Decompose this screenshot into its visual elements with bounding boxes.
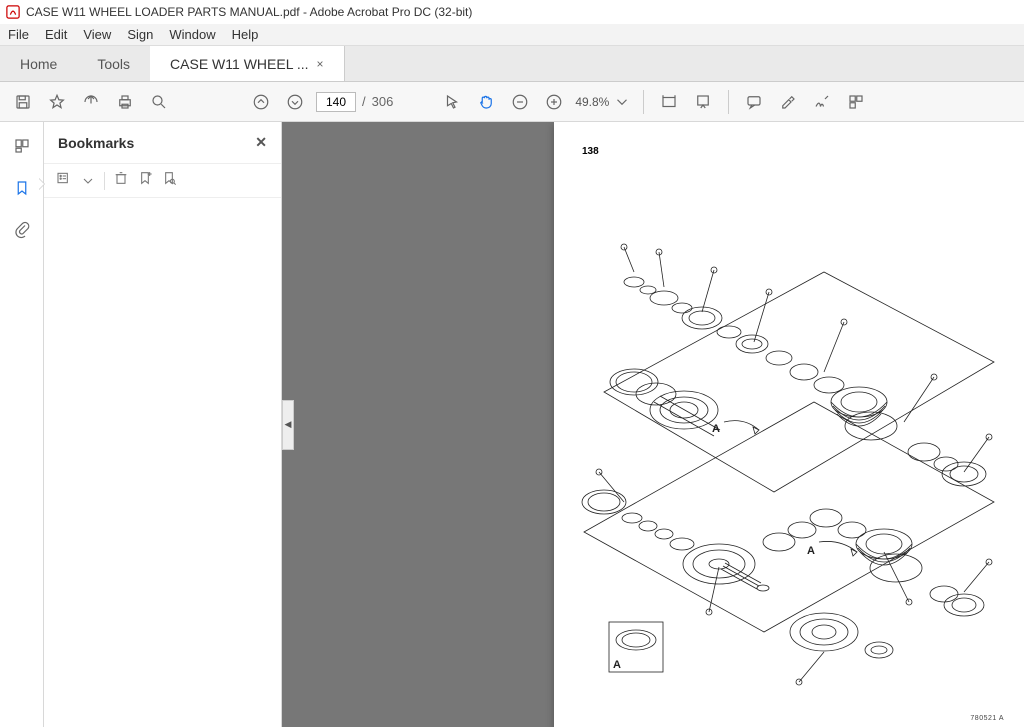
tab-home[interactable]: Home [0,46,77,81]
tab-document-label: CASE W11 WHEEL ... [170,56,308,72]
titlebar: CASE W11 WHEEL LOADER PARTS MANUAL.pdf -… [0,0,1024,24]
read-mode-button[interactable] [690,89,716,115]
collapse-panel-handle[interactable]: ◀ [282,400,294,450]
find-bookmark-button[interactable] [161,170,177,191]
chevron-down-icon [613,93,631,111]
toolbar: / 306 49.8% [0,82,1024,122]
hand-tool[interactable] [473,89,499,115]
zoom-in-button[interactable] [541,89,567,115]
menu-help[interactable]: Help [232,27,259,42]
panel-close-icon[interactable]: ✕ [255,134,267,151]
fit-width-button[interactable] [656,89,682,115]
bookmark-options-button[interactable] [56,170,72,191]
page-total: 306 [372,94,394,109]
tab-close-icon[interactable]: × [317,57,324,71]
thumbnails-panel-button[interactable] [8,132,36,160]
page-up-button[interactable] [248,89,274,115]
sign-button[interactable] [809,89,835,115]
panel-toolbar [44,164,281,198]
separator [643,90,644,114]
tab-tools[interactable]: Tools [77,46,150,81]
menu-edit[interactable]: Edit [45,27,67,42]
pdf-page: 138 780521 A [554,122,1024,727]
more-tools-button[interactable] [843,89,869,115]
exploded-parts-diagram: A [564,192,1014,692]
new-bookmark-button[interactable] [137,170,153,191]
zoom-out-button[interactable] [507,89,533,115]
star-button[interactable] [44,89,70,115]
detail-label-a1: A [712,423,720,435]
page-indicator: / 306 [316,92,393,112]
panel-header: Bookmarks ✕ [44,122,281,164]
detail-label-a2: A [807,545,815,557]
separator [104,172,105,190]
nav-rail [0,122,44,727]
print-button[interactable] [112,89,138,115]
window-title: CASE W11 WHEEL LOADER PARTS MANUAL.pdf -… [26,5,472,19]
page-down-button[interactable] [282,89,308,115]
tab-document[interactable]: CASE W11 WHEEL ... × [150,46,345,81]
tabstrip: Home Tools CASE W11 WHEEL ... × [0,46,1024,82]
attachments-panel-button[interactable] [8,216,36,244]
share-button[interactable] [78,89,104,115]
find-button[interactable] [146,89,172,115]
menu-sign[interactable]: Sign [127,27,153,42]
panel-title: Bookmarks [58,135,134,151]
zoom-level[interactable]: 49.8% [575,93,631,111]
bookmarks-panel: Bookmarks ✕ [44,122,282,727]
main-area: Bookmarks ✕ ◀ 138 780521 A [0,122,1024,727]
menubar: File Edit View Sign Window Help [0,24,1024,46]
page-current-input[interactable] [316,92,356,112]
save-button[interactable] [10,89,36,115]
menu-view[interactable]: View [83,27,111,42]
document-viewport[interactable]: ◀ 138 780521 A [282,122,1024,727]
bookmarks-panel-button[interactable] [8,174,36,202]
delete-bookmark-button[interactable] [113,170,129,191]
select-tool[interactable] [439,89,465,115]
page-number-label: 138 [582,146,599,157]
acrobat-app-icon [6,5,20,19]
detail-box-label: A [613,659,621,671]
page-sep: / [362,94,366,109]
menu-window[interactable]: Window [169,27,215,42]
separator [728,90,729,114]
menu-file[interactable]: File [8,27,29,42]
comment-button[interactable] [741,89,767,115]
highlight-button[interactable] [775,89,801,115]
zoom-value: 49.8% [575,95,609,109]
chevron-down-icon [80,173,96,189]
diagram-reference-code: 780521 A [970,715,1004,722]
